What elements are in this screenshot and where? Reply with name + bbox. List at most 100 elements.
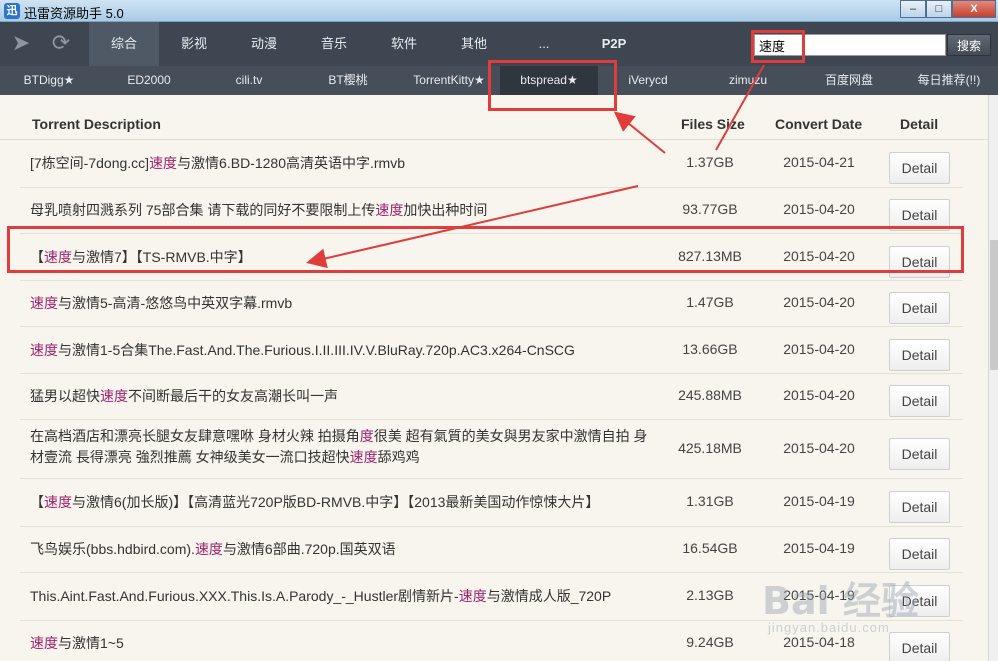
detail-button[interactable]: Detail — [889, 152, 950, 184]
detail-button[interactable]: Detail — [889, 632, 950, 661]
keyword-highlight: 速度 — [100, 388, 128, 404]
convert-date: 2015-04-19 — [783, 587, 855, 603]
source-tab-btspread[interactable]: btspread★ — [500, 66, 598, 95]
torrent-description: 【速度与激情6(加长版)】【高清蓝光720P版BD-RMVB.中字】【2013最… — [30, 492, 599, 513]
scrollbar[interactable] — [988, 95, 998, 661]
torrent-description: 速度与激情1-5合集The.Fast.And.The.Furious.I.II.… — [30, 340, 575, 361]
description-text: 加快出种时间 — [403, 202, 488, 218]
tab-software[interactable]: 软件 — [369, 22, 439, 66]
torrent-description: 【速度与激情7】【TS-RMVB.中字】 — [30, 247, 252, 268]
header-size: Files Size — [681, 116, 745, 132]
source-tab-ed2000[interactable]: ED2000 — [98, 66, 200, 95]
torrent-description: 猛男以超快速度不间断最后干的女友高潮长叫一声 — [30, 386, 338, 407]
source-tab-btyingtao[interactable]: BT樱桃 — [298, 66, 398, 95]
keyword-highlight: 速度 — [30, 635, 58, 651]
maximize-button[interactable]: □ — [926, 0, 952, 18]
source-tab-baidupan[interactable]: 百度网盘 — [798, 66, 900, 95]
tab-p2p[interactable]: P2P — [579, 22, 649, 66]
description-text: 不间断最后干的女友高潮长叫一声 — [128, 388, 338, 404]
source-tab-zimuzu[interactable]: zimuzu — [698, 66, 798, 95]
tab-more[interactable]: ... — [509, 22, 579, 66]
source-tab-cili[interactable]: cili.tv — [200, 66, 298, 95]
app-logo-icon: 迅 — [4, 3, 20, 19]
detail-button[interactable]: Detail — [889, 385, 950, 417]
source-tab-iverycd[interactable]: iVerycd — [598, 66, 698, 95]
torrent-description: 在高档酒店和漂亮长腿女友肆意嘿咻 身材火辣 拍摄角度很美 超有氣質的美女與男友家… — [30, 426, 650, 468]
description-text: 与激情6部曲.720p.国英双语 — [222, 541, 396, 557]
keyword-highlight: 速度 — [194, 541, 223, 557]
table-row[interactable]: 速度与激情5-高清-悠悠鸟中英双字幕.rmvb 1.47GB 2015-04-20 D… — [20, 281, 963, 327]
table-row[interactable]: 飞鸟娱乐(bbs.hdbird.com).速度与激情6部曲.720p.国英双语 1… — [20, 527, 963, 573]
table-row[interactable]: 速度与激情1-5合集The.Fast.And.The.Furious.I.II.… — [20, 327, 963, 374]
table-row[interactable]: 在高档酒店和漂亮长腿女友肆意嘿咻 身材火辣 拍摄角度很美 超有氣質的美女與男友家… — [20, 420, 963, 479]
description-text: 舔鸡鸡 — [377, 449, 420, 465]
file-size: 1.47GB — [686, 294, 734, 310]
description-text: 猛男以超快 — [30, 388, 100, 404]
table-row[interactable]: 【速度与激情6(加长版)】【高清蓝光720P版BD-RMVB.中字】【2013最… — [20, 479, 963, 527]
title-bar: 迅 迅雷资源助手 5.0 – □ X — [0, 0, 998, 22]
tab-other[interactable]: 其他 — [439, 22, 509, 66]
source-tab-torrentkitty[interactable]: TorrentKitty★ — [398, 66, 500, 95]
file-size: 1.37GB — [686, 154, 734, 170]
detail-button[interactable]: Detail — [889, 491, 950, 523]
file-size: 2.13GB — [686, 587, 734, 603]
file-size: 245.88MB — [678, 387, 742, 403]
table-row[interactable]: This.Aint.Fast.And.Furious.XXX.This.Is.A… — [20, 573, 963, 621]
description-text: 在高档酒店和漂亮长腿女友肆意嘿咻 身材火辣 拍摄角 — [30, 428, 360, 444]
detail-button[interactable]: Detail — [889, 292, 950, 324]
file-size: 9.24GB — [686, 634, 734, 650]
keyword-highlight: 速度 — [30, 342, 58, 358]
table-row[interactable]: 【速度与激情7】【TS-RMVB.中字】 827.13MB 2015-04-20 De… — [20, 234, 963, 281]
minimize-button[interactable]: – — [900, 0, 926, 18]
keyword-highlight: 速度 — [44, 249, 72, 265]
description-text: 与激情6.BD-1280高清英语中字.rmvb — [177, 155, 405, 171]
convert-date: 2015-04-20 — [783, 387, 855, 403]
keyword-highlight: 速度 — [458, 588, 487, 604]
header-date: Convert Date — [775, 116, 863, 132]
convert-date: 2015-04-21 — [783, 154, 855, 170]
source-nav: BTDigg★ ED2000 cili.tv BT樱桃 TorrentKitty… — [0, 66, 998, 95]
detail-button[interactable]: Detail — [889, 538, 950, 570]
detail-button[interactable]: Detail — [889, 438, 950, 470]
app-window: 迅 迅雷资源助手 5.0 – □ X ➤ ⟳ 综合 影视 动漫 音乐 软件 其他… — [0, 0, 998, 661]
keyword-highlight: 速度 — [349, 449, 378, 465]
description-text: 飞鸟娱乐(bbs.hdbird.com). — [30, 541, 195, 557]
convert-date: 2015-04-20 — [783, 341, 855, 357]
search-input[interactable] — [754, 34, 946, 56]
close-button[interactable]: X — [952, 0, 996, 18]
refresh-icon[interactable]: ⟳ — [48, 30, 74, 56]
detail-button[interactable]: Detail — [889, 199, 950, 231]
keyword-highlight: 度 — [359, 428, 374, 444]
table-row[interactable]: [7栋空间-7dong.cc]速度与激情6.BD-1280高清英语中字.rmvb… — [20, 140, 963, 188]
convert-date: 2015-04-20 — [783, 294, 855, 310]
source-tab-daily[interactable]: 每日推荐(!!) — [900, 66, 998, 95]
table-row[interactable]: 母乳喷射四溅系列 75部合集 请下载的同好不要限制上传速度加快出种时间 93.77… — [20, 188, 963, 234]
table-row[interactable]: 速度与激情1~5 9.24GB 2015-04-18 Detail — [20, 621, 963, 661]
results-panel: Torrent Description Files Size Convert D… — [0, 95, 988, 661]
detail-button[interactable]: Detail — [889, 339, 950, 371]
tab-all[interactable]: 综合 — [89, 22, 159, 66]
torrent-description: 速度与激情1~5 — [30, 633, 124, 654]
detail-button[interactable]: Detail — [889, 585, 950, 617]
source-tab-btdigg[interactable]: BTDigg★ — [0, 66, 98, 95]
table-row[interactable]: 猛男以超快速度不间断最后干的女友高潮长叫一声 245.88MB 2015-04-20… — [20, 374, 963, 420]
description-text: 与激情5-高清-悠悠鸟中英双字幕.rmvb — [58, 295, 293, 311]
tab-music[interactable]: 音乐 — [299, 22, 369, 66]
keyword-highlight: 速度 — [375, 202, 404, 218]
search-button[interactable]: 搜索 — [947, 34, 991, 56]
description-text: 与激情7】【TS-RMVB.中字】 — [72, 249, 252, 265]
tab-video[interactable]: 影视 — [159, 22, 229, 66]
file-size: 1.31GB — [686, 493, 734, 509]
description-text: 【 — [30, 494, 44, 510]
back-arrow-icon[interactable]: ➤ — [8, 30, 34, 56]
description-text: 与激情6(加长版)】【高清蓝光720P版BD-RMVB.中字】【2013最新美国… — [72, 494, 600, 510]
file-size: 93.77GB — [682, 201, 738, 217]
description-text: This.Aint.Fast.And.Furious.XXX.This.Is.A… — [30, 588, 459, 604]
convert-date: 2015-04-18 — [783, 634, 855, 650]
tab-anime[interactable]: 动漫 — [229, 22, 299, 66]
scrollbar-thumb[interactable] — [990, 240, 998, 370]
detail-button[interactable]: Detail — [889, 246, 950, 278]
description-text: [7栋空间-7dong.cc] — [30, 155, 150, 171]
file-size: 13.66GB — [682, 341, 738, 357]
keyword-highlight: 速度 — [44, 494, 72, 510]
